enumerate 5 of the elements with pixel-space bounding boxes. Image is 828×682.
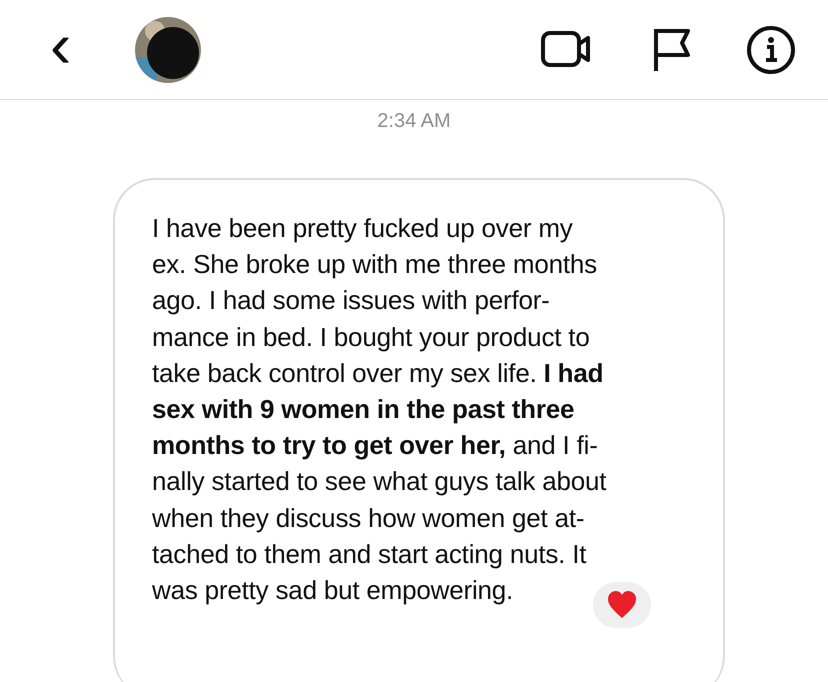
reaction[interactable] bbox=[593, 582, 651, 628]
timestamp: 2:34 AM bbox=[377, 110, 451, 132]
back-button[interactable]: ‹ bbox=[40, 12, 82, 76]
message-text: I have been pretty fucked up over my ex. She broke up with me three months ago. I had some issues with perfor- mance in bed. I bought your product to take back control over my sex life. I had sex with 9 women in the past three months to try to get over her, and I fi- nally started to see what guys talk about when they discuss how women get at- tached to them and start acting nuts. It was pretty sad but empowering. bbox=[152, 212, 606, 608]
heart-icon bbox=[607, 591, 637, 619]
